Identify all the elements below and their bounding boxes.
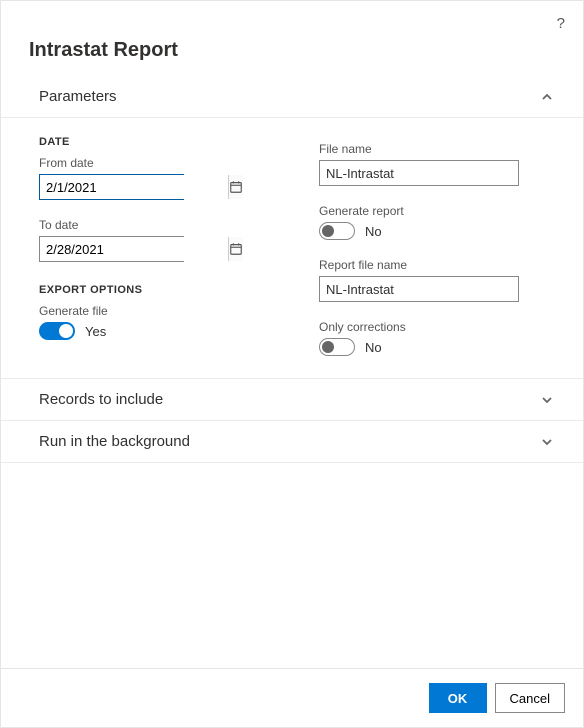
dialog-title: Intrastat Report <box>1 1 583 76</box>
to-date-input[interactable] <box>40 237 228 261</box>
ok-button[interactable]: OK <box>429 683 487 713</box>
only-corrections-toggle-row: No <box>319 338 555 356</box>
section-title-records: Records to include <box>39 391 163 408</box>
generate-file-toggle-row: Yes <box>39 322 275 340</box>
file-name-label: File name <box>319 142 555 156</box>
to-date-label: To date <box>39 218 275 232</box>
generate-report-toggle-row: No <box>319 222 555 240</box>
chevron-down-icon <box>539 392 555 408</box>
only-corrections-toggle-text: No <box>365 340 382 355</box>
section-title-background: Run in the background <box>39 433 190 450</box>
parameters-left-column: DATE From date To date EX <box>39 136 275 356</box>
section-header-parameters[interactable]: Parameters <box>1 76 583 118</box>
section-header-records[interactable]: Records to include <box>1 379 583 421</box>
calendar-icon[interactable] <box>228 237 243 261</box>
generate-file-toggle[interactable] <box>39 322 75 340</box>
chevron-up-icon <box>539 89 555 105</box>
chevron-down-icon <box>539 434 555 450</box>
generate-file-label: Generate file <box>39 304 275 318</box>
only-corrections-label: Only corrections <box>319 320 555 334</box>
report-file-name-label: Report file name <box>319 258 555 272</box>
dialog: ? Intrastat Report Parameters DATE From … <box>0 0 584 728</box>
only-corrections-toggle[interactable] <box>319 338 355 356</box>
generate-report-label: Generate report <box>319 204 555 218</box>
file-name-input[interactable] <box>319 160 519 186</box>
help-icon[interactable]: ? <box>557 15 565 32</box>
cancel-button[interactable]: Cancel <box>495 683 565 713</box>
from-date-input[interactable] <box>40 175 228 199</box>
section-header-background[interactable]: Run in the background <box>1 421 583 463</box>
to-date-field[interactable] <box>39 236 184 262</box>
from-date-field[interactable] <box>39 174 184 200</box>
generate-report-toggle-text: No <box>365 224 382 239</box>
generate-file-toggle-text: Yes <box>85 324 106 339</box>
generate-report-toggle[interactable] <box>319 222 355 240</box>
calendar-icon[interactable] <box>228 175 243 199</box>
dialog-footer: OK Cancel <box>1 668 583 727</box>
section-title-parameters: Parameters <box>39 88 117 105</box>
group-label-date: DATE <box>39 136 275 148</box>
section-body-parameters: DATE From date To date EX <box>1 118 583 379</box>
parameters-right-column: File name Generate report No Report file… <box>319 136 555 356</box>
dialog-content: Parameters DATE From date To date <box>1 76 583 668</box>
from-date-label: From date <box>39 156 275 170</box>
report-file-name-input[interactable] <box>319 276 519 302</box>
group-label-export: EXPORT OPTIONS <box>39 284 275 296</box>
